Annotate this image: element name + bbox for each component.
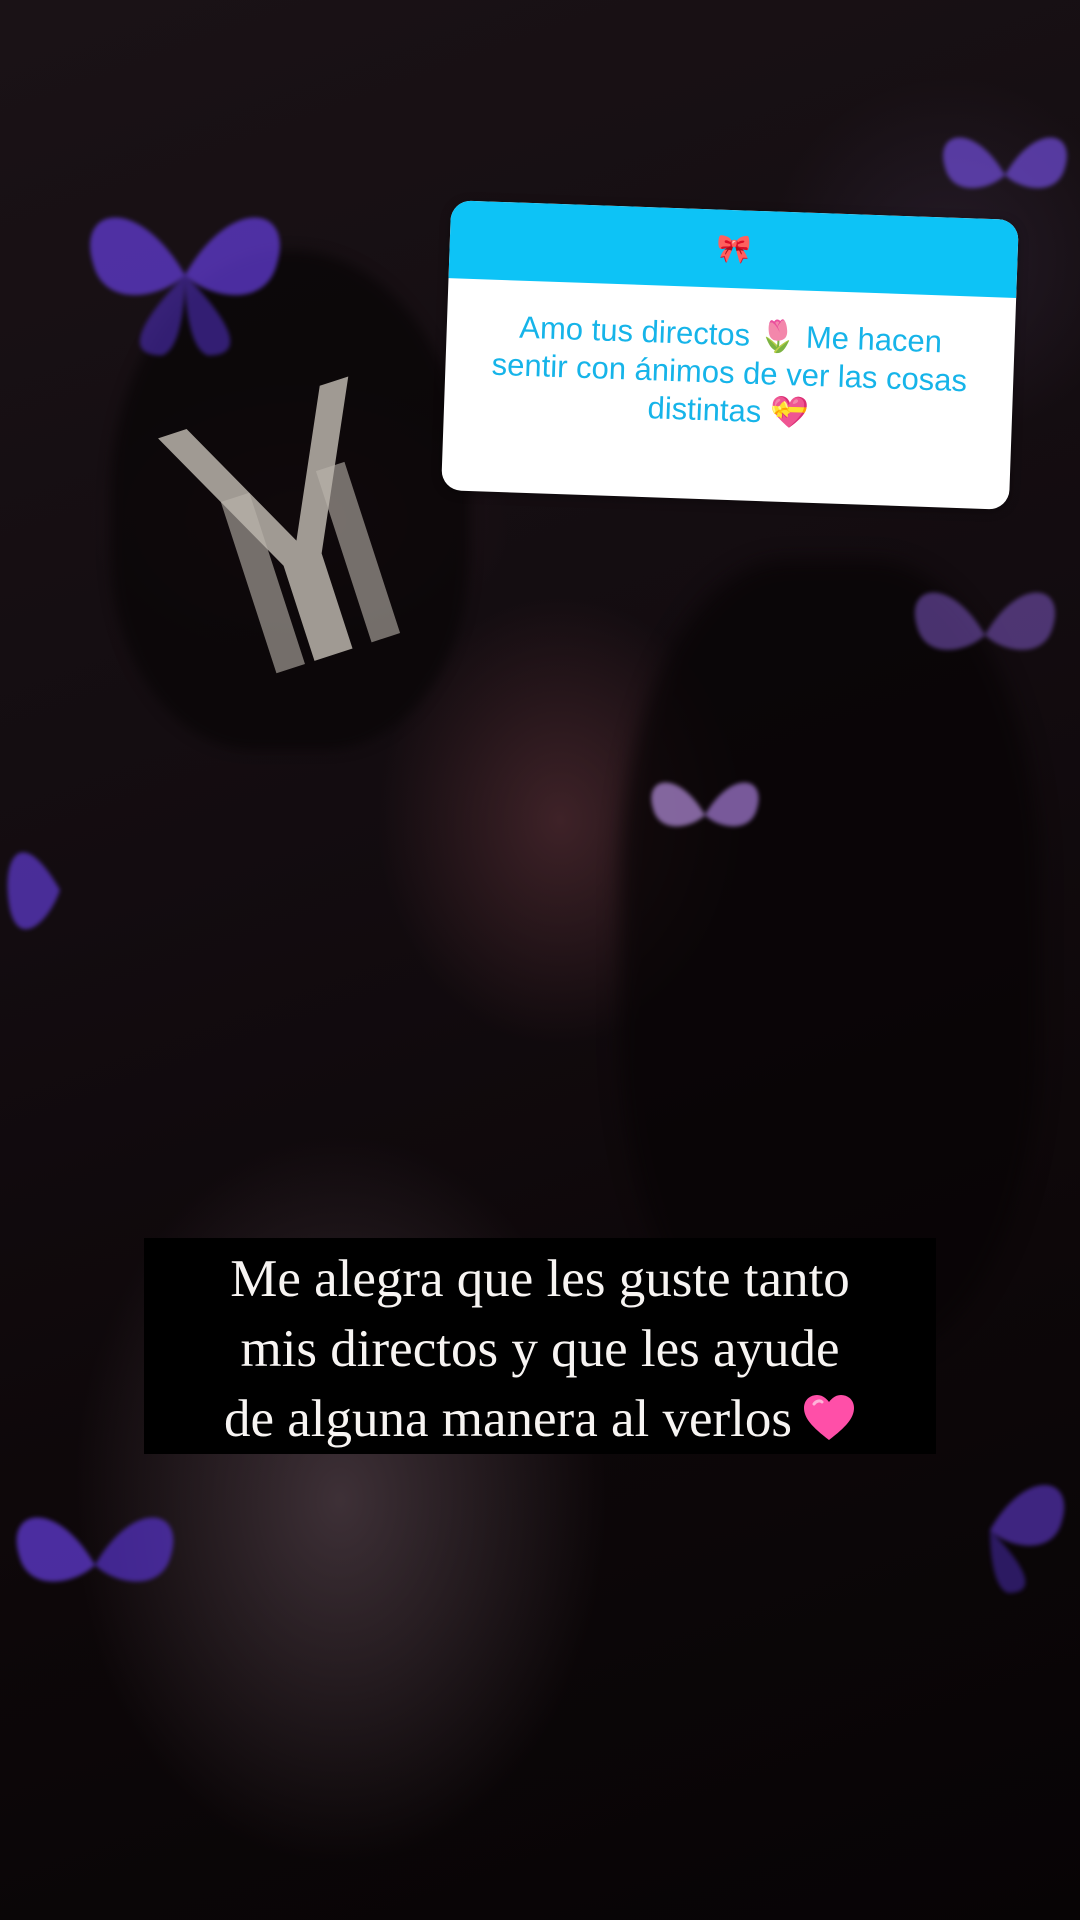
ny-cap-logo xyxy=(158,376,401,674)
butterfly-effect-icon xyxy=(90,217,280,356)
reply-caption-line-1: Me alegra que les guste tanto xyxy=(230,1250,850,1308)
reply-caption-line-3-wrap: de alguna manera al verlos xyxy=(144,1384,936,1454)
question-sticker[interactable]: 🎀 Amo tus directos 🌷 Me hacen sentir con… xyxy=(441,200,1019,510)
reply-caption-line-2: mis directos y que les ayude xyxy=(240,1320,840,1378)
reply-caption-line-3: de alguna manera al verlos xyxy=(223,1390,793,1448)
ribbon-bow-icon: 🎀 xyxy=(715,231,752,266)
butterfly-effect-icon xyxy=(914,592,1056,650)
butterfly-effect-icon xyxy=(651,782,759,827)
butterfly-effect-icon xyxy=(16,1517,174,1582)
butterfly-effect-icon xyxy=(7,852,60,930)
butterfly-effect-icon xyxy=(990,1485,1065,1593)
reply-caption[interactable]: Me alegra que les guste tanto mis direct… xyxy=(144,1238,936,1454)
story-canvas: 🎀 Amo tus directos 🌷 Me hacen sentir con… xyxy=(0,0,1080,1920)
question-text: Amo tus directos 🌷 Me hacen sentir con á… xyxy=(491,309,968,431)
pink-heart-icon xyxy=(804,1395,855,1440)
